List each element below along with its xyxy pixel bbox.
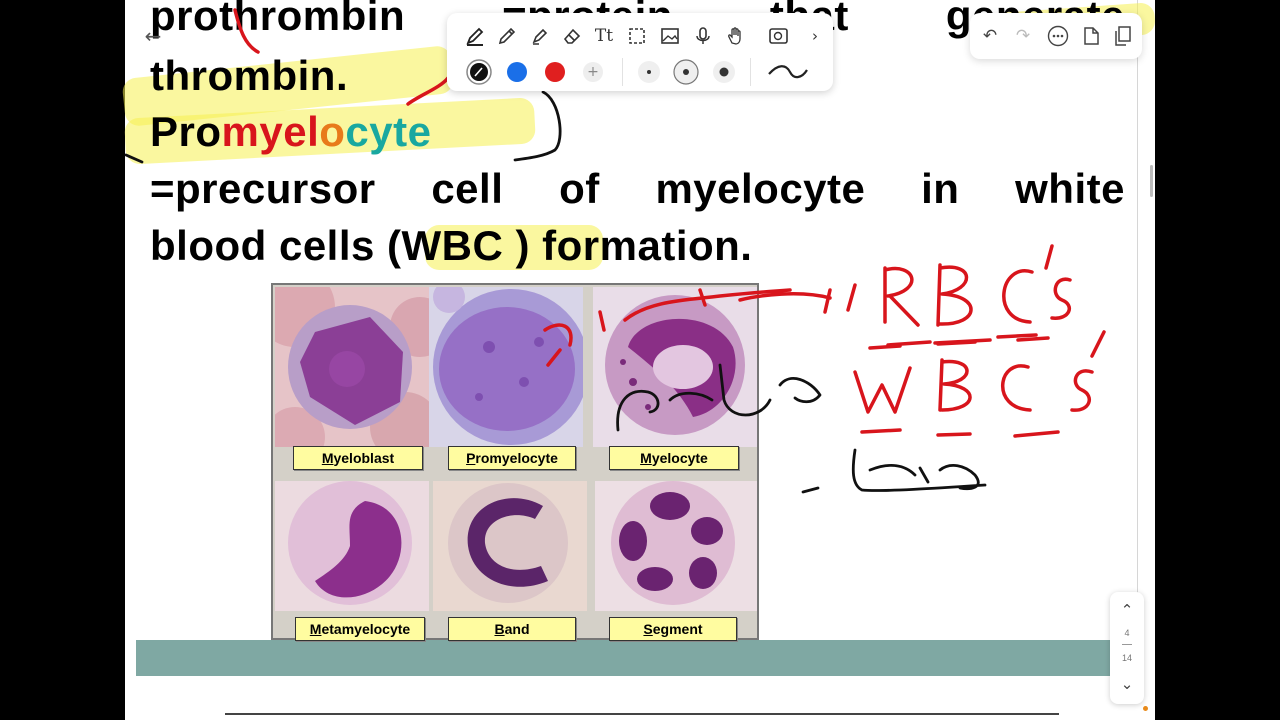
doc-word: in [921, 165, 960, 212]
label-segment: Segment [609, 617, 737, 641]
export-icon[interactable] [1077, 22, 1105, 50]
stroke-size-small[interactable] [635, 58, 663, 86]
document-actions-toolbar: ↶ ↷ [970, 13, 1142, 59]
undo-icon[interactable]: ↶ [976, 22, 1004, 50]
doc-line-5: blood cells (WBC ) formation. [150, 222, 753, 269]
doc-word: white [1015, 165, 1125, 212]
cell-stages-figure: Myeloblast Promyelocyte Myelocyte Metamy… [271, 283, 759, 641]
myelocyte-cell-drawing [605, 295, 745, 435]
pages-icon[interactable] [1109, 22, 1137, 50]
doc-word: =precursor [150, 165, 376, 212]
doc-line-4: =precursor cell of myelocyte in white [150, 165, 1125, 213]
status-dot [1143, 706, 1148, 711]
label-myelocyte: Myelocyte [609, 446, 739, 470]
stroke-style-icon[interactable] [765, 58, 811, 86]
heading-part: cyte [345, 108, 432, 155]
metamyelocyte-cell-drawing [288, 481, 412, 605]
slide-footer-band [136, 640, 1138, 676]
band-image [433, 481, 587, 611]
current-page-number: 4 [1124, 628, 1130, 638]
page-separator [225, 713, 1059, 715]
promyelocyte-cell-drawing [433, 287, 583, 445]
scrollbar-thumb[interactable] [1150, 165, 1153, 197]
add-color-button[interactable]: + [579, 58, 607, 86]
image-icon[interactable] [656, 22, 684, 50]
arrow-left-icon: ← [144, 24, 162, 48]
stroke-size-large[interactable] [710, 58, 738, 86]
page-navigator: ⌃ 4 14 ⌄ [1110, 592, 1144, 704]
redo-icon[interactable]: ↷ [1009, 22, 1037, 50]
pencil-icon[interactable] [493, 22, 521, 50]
doc-word: prothrombin [150, 0, 406, 39]
label-metamyelocyte: Metamyelocyte [295, 617, 425, 641]
hand-icon[interactable] [722, 22, 750, 50]
chevron-right-icon[interactable]: › [801, 22, 829, 50]
highlighter-icon[interactable] [526, 22, 554, 50]
plus-icon: + [587, 64, 599, 80]
toolbar-divider [750, 58, 751, 86]
metamyelocyte-image [275, 481, 429, 611]
eraser-icon[interactable] [558, 22, 586, 50]
heading-part: Pro [150, 108, 222, 155]
stroke-size-medium[interactable] [672, 58, 700, 86]
myeloblast-image [275, 287, 429, 447]
doc-word: of [559, 165, 600, 212]
chevron-up-icon: ⌃ [1120, 601, 1134, 619]
doc-line-2: thrombin. [150, 52, 349, 99]
doc-word: cell [431, 165, 504, 212]
chevron-down-icon: ⌄ [1120, 675, 1134, 693]
microphone-icon[interactable] [689, 22, 717, 50]
text-tool-icon[interactable]: Tt [590, 22, 618, 50]
label-myeloblast: Myeloblast [293, 446, 423, 470]
pen-tool-icon[interactable] [461, 22, 489, 50]
doc-word: myelocyte [655, 165, 866, 212]
previous-page-button[interactable]: ⌃ [1113, 598, 1141, 622]
label-band: Band [448, 617, 576, 641]
myelocyte-image [593, 287, 757, 447]
segment-image [595, 481, 757, 611]
label-promyelocyte: Promyelocyte [448, 446, 576, 470]
shape-recognition-icon[interactable] [765, 22, 793, 50]
doc-heading-promyelocyte: Promyelocyte [150, 108, 431, 156]
band-cell-drawing [448, 483, 568, 603]
heading-part: o [319, 108, 346, 155]
more-icon[interactable] [1044, 22, 1072, 50]
heading-part: myel [221, 108, 320, 155]
page-number-divider [1122, 644, 1132, 645]
back-button[interactable]: ← [137, 20, 169, 52]
next-page-button[interactable]: ⌄ [1113, 672, 1141, 696]
total-pages-number: 14 [1121, 653, 1132, 663]
myeloblast-cell-drawing [275, 287, 429, 447]
pen-toolbar: Tt › + [447, 13, 833, 91]
promyelocyte-image [429, 287, 583, 447]
color-black-swatch[interactable] [465, 58, 493, 86]
segment-cell-drawing [611, 481, 735, 605]
color-red-swatch[interactable] [541, 58, 569, 86]
toolbar-divider [622, 58, 623, 86]
color-blue-swatch[interactable] [503, 58, 531, 86]
lasso-select-icon[interactable] [623, 22, 651, 50]
